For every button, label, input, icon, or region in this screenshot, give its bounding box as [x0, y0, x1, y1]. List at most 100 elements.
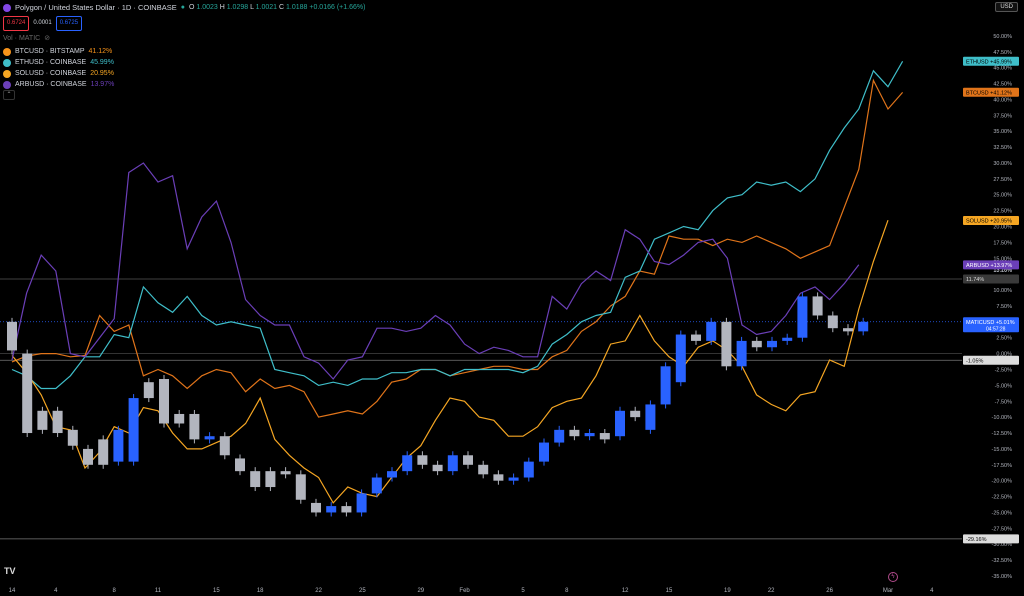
candle-body [128, 398, 139, 462]
candle-body [599, 433, 610, 440]
candle[interactable] [751, 336, 762, 352]
candle[interactable] [22, 349, 33, 438]
symbol-title[interactable]: Polygon / United States Dollar · 1D · CO… [15, 2, 177, 13]
bid-ask-row[interactable]: 0.6724 0.0001 0.6725 [3, 16, 365, 31]
comparison-item[interactable]: ARBUSD · COINBASE 13.97% [3, 79, 365, 90]
candle[interactable] [447, 451, 458, 476]
tradingview-logo-icon: TV [4, 566, 16, 576]
symbol-title-row[interactable]: Polygon / United States Dollar · 1D · CO… [3, 2, 365, 13]
candle-body [417, 455, 428, 465]
candle[interactable] [326, 502, 337, 517]
series-line-btcusd[interactable] [11, 78, 904, 418]
volume-label: Vol · MATIC [3, 35, 41, 42]
candle[interactable] [478, 460, 489, 479]
candle[interactable] [189, 409, 200, 444]
candle[interactable] [812, 292, 823, 320]
collapse-legend-button[interactable]: ⌃ [3, 90, 15, 100]
price-axis[interactable]: 50.00% 47.50% 45.00% 42.50% 40.00% 37.50% 35.0… [962, 0, 1024, 582]
candle[interactable] [569, 425, 580, 441]
candle[interactable] [493, 470, 504, 485]
ethereum-icon [3, 58, 11, 67]
volume-row[interactable]: Vol · MATIC ⊘ [3, 33, 365, 44]
candle[interactable] [295, 470, 306, 504]
candle[interactable] [782, 333, 793, 345]
candle[interactable] [219, 432, 230, 460]
candle[interactable] [706, 317, 717, 345]
candle[interactable] [265, 467, 276, 492]
bid-price[interactable]: 0.6724 [3, 16, 30, 31]
ask-price[interactable]: 0.6725 [55, 16, 83, 31]
candle[interactable] [371, 473, 382, 498]
price-tag[interactable]: -29.16% [963, 534, 1019, 544]
lightning-icon[interactable]: ϟ [888, 572, 898, 582]
price-tick-label: -20.00% [992, 479, 1013, 485]
candle[interactable] [204, 432, 215, 444]
candle[interactable] [432, 460, 443, 476]
candle[interactable] [767, 336, 777, 352]
ohlc-value: 1.0023 [196, 4, 220, 11]
price-tag[interactable]: MATICUSD +5.01%04:57:28 [963, 317, 1019, 333]
candle-body [311, 502, 321, 513]
candle[interactable] [159, 375, 169, 428]
candle[interactable] [797, 292, 808, 342]
countdown-label: 04:57:28 [986, 326, 1006, 332]
series-line-arbusd[interactable] [11, 162, 860, 380]
candle[interactable] [98, 435, 109, 469]
price-tag[interactable]: BTCUSD +41.12% [963, 87, 1019, 97]
comparison-item[interactable]: BTCUSD · BITSTAMP 41.12% [3, 46, 365, 57]
candle[interactable] [417, 451, 428, 469]
candle[interactable] [584, 429, 595, 441]
candle[interactable] [356, 489, 367, 517]
candle[interactable] [143, 378, 154, 403]
time-axis[interactable]: 1448111518222529Feb581215192226Mar4710 [0, 582, 962, 596]
candle[interactable] [37, 406, 48, 434]
candle[interactable] [599, 429, 610, 444]
price-tick-label: -12.50% [992, 431, 1013, 437]
candle[interactable] [280, 467, 291, 479]
eye-off-icon[interactable]: ⊘ [44, 33, 50, 44]
time-tick-label: 15 [213, 588, 220, 594]
price-tick-label: 25.00% [993, 193, 1012, 199]
candle[interactable] [508, 473, 519, 485]
candle-body [691, 334, 701, 341]
ohlc-key: C [279, 4, 287, 11]
candle[interactable] [341, 502, 352, 517]
candle[interactable] [660, 362, 671, 409]
candle[interactable] [691, 330, 701, 345]
candle[interactable] [52, 406, 63, 438]
candle[interactable] [539, 438, 549, 466]
candle[interactable] [311, 498, 321, 517]
comparison-symbol: BTCUSD · BITSTAMP [15, 48, 85, 55]
candle[interactable] [858, 317, 869, 336]
candle[interactable] [463, 451, 473, 469]
price-tick-label: 35.00% [993, 129, 1012, 135]
candle[interactable] [721, 317, 732, 371]
comparison-item[interactable]: ETHUSD · COINBASE 45.99% [3, 57, 365, 68]
ohlc-value: +0.0166 (+1.66%) [309, 4, 366, 11]
candle[interactable] [645, 400, 656, 434]
candle[interactable] [675, 330, 686, 387]
currency-button[interactable]: USD [995, 2, 1018, 12]
price-tag[interactable]: SOLUSD +20.95% [963, 215, 1019, 225]
time-tick-label: 8 [565, 588, 569, 594]
candle[interactable] [554, 425, 565, 447]
candle[interactable] [387, 467, 397, 482]
candle[interactable] [615, 406, 625, 441]
candle[interactable] [128, 394, 139, 466]
candle[interactable] [843, 324, 853, 336]
candle[interactable] [250, 467, 261, 492]
series-line-ethusd[interactable] [11, 61, 904, 390]
price-tag[interactable]: ARBUSD +13.97% [963, 260, 1019, 270]
candle[interactable] [736, 336, 747, 371]
candle[interactable] [827, 311, 838, 333]
candle[interactable] [523, 457, 534, 482]
candle[interactable] [630, 406, 641, 422]
candle[interactable] [113, 425, 124, 466]
price-tag[interactable]: 11.74% [963, 274, 1019, 284]
comparison-item[interactable]: SOLUSD · COINBASE 20.95% [3, 68, 365, 79]
price-tag[interactable]: -1.05% [963, 355, 1019, 365]
price-tag[interactable]: ETHUSD +45.99% [963, 56, 1019, 66]
candle[interactable] [174, 409, 185, 428]
candle[interactable] [7, 317, 17, 355]
candle[interactable] [235, 454, 245, 476]
